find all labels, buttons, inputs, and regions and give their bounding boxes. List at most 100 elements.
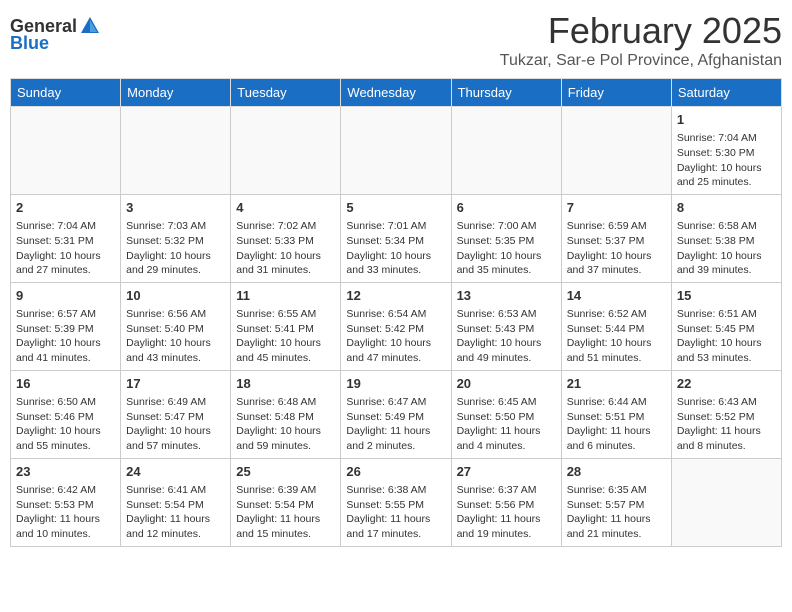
calendar-cell: 18 Sunrise: 6:48 AMSunset: 5:48 PMDayligh…	[231, 370, 341, 458]
day-number: 6	[457, 199, 556, 217]
calendar-cell: 7 Sunrise: 6:59 AMSunset: 5:37 PMDaylight…	[561, 194, 671, 282]
day-info: Sunrise: 6:57 AMSunset: 5:39 PMDaylight:…	[16, 307, 115, 366]
calendar-cell: 19 Sunrise: 6:47 AMSunset: 5:49 PMDayligh…	[341, 370, 451, 458]
calendar-cell: 13 Sunrise: 6:53 AMSunset: 5:43 PMDayligh…	[451, 282, 561, 370]
day-number: 7	[567, 199, 666, 217]
calendar-cell: 4 Sunrise: 7:02 AMSunset: 5:33 PMDaylight…	[231, 194, 341, 282]
day-info: Sunrise: 7:02 AMSunset: 5:33 PMDaylight:…	[236, 219, 335, 278]
day-number: 5	[346, 199, 445, 217]
day-number: 24	[126, 463, 225, 481]
calendar-cell: 5 Sunrise: 7:01 AMSunset: 5:34 PMDaylight…	[341, 194, 451, 282]
logo-blue-text: Blue	[10, 33, 49, 54]
day-info: Sunrise: 7:00 AMSunset: 5:35 PMDaylight:…	[457, 219, 556, 278]
day-info: Sunrise: 6:53 AMSunset: 5:43 PMDaylight:…	[457, 307, 556, 366]
day-info: Sunrise: 7:01 AMSunset: 5:34 PMDaylight:…	[346, 219, 445, 278]
day-number: 14	[567, 287, 666, 305]
day-info: Sunrise: 6:54 AMSunset: 5:42 PMDaylight:…	[346, 307, 445, 366]
calendar-cell: 26 Sunrise: 6:38 AMSunset: 5:55 PMDayligh…	[341, 458, 451, 546]
day-number: 10	[126, 287, 225, 305]
calendar-cell: 17 Sunrise: 6:49 AMSunset: 5:47 PMDayligh…	[121, 370, 231, 458]
day-info: Sunrise: 6:49 AMSunset: 5:47 PMDaylight:…	[126, 395, 225, 454]
day-info: Sunrise: 6:51 AMSunset: 5:45 PMDaylight:…	[677, 307, 776, 366]
calendar-cell	[11, 107, 121, 195]
calendar-cell: 27 Sunrise: 6:37 AMSunset: 5:56 PMDayligh…	[451, 458, 561, 546]
calendar-cell: 12Sunrise: 6:54 AMSunset: 5:42 PMDayligh…	[341, 282, 451, 370]
page-header: General Blue February 2025 Tukzar, Sar-e…	[10, 10, 782, 70]
day-info: Sunrise: 6:50 AMSunset: 5:46 PMDaylight:…	[16, 395, 115, 454]
calendar-cell	[341, 107, 451, 195]
calendar-cell: 24 Sunrise: 6:41 AMSunset: 5:54 PMDayligh…	[121, 458, 231, 546]
day-number: 2	[16, 199, 115, 217]
day-info: Sunrise: 6:59 AMSunset: 5:37 PMDaylight:…	[567, 219, 666, 278]
calendar-cell: 8 Sunrise: 6:58 AMSunset: 5:38 PMDaylight…	[671, 194, 781, 282]
calendar-cell: 10 Sunrise: 6:56 AMSunset: 5:40 PMDayligh…	[121, 282, 231, 370]
calendar-cell: 11 Sunrise: 6:55 AMSunset: 5:41 PMDayligh…	[231, 282, 341, 370]
day-info: Sunrise: 7:04 AMSunset: 5:30 PMDaylight:…	[677, 131, 776, 190]
calendar-cell: 15 Sunrise: 6:51 AMSunset: 5:45 PMDayligh…	[671, 282, 781, 370]
day-info: Sunrise: 6:37 AMSunset: 5:56 PMDaylight:…	[457, 483, 556, 542]
calendar-cell: 3 Sunrise: 7:03 AMSunset: 5:32 PMDaylight…	[121, 194, 231, 282]
day-info: Sunrise: 6:39 AMSunset: 5:54 PMDaylight:…	[236, 483, 335, 542]
calendar-cell	[121, 107, 231, 195]
calendar-cell: 23 Sunrise: 6:42 AMSunset: 5:53 PMDayligh…	[11, 458, 121, 546]
day-info: Sunrise: 6:47 AMSunset: 5:49 PMDaylight:…	[346, 395, 445, 454]
weekday-header-thursday: Thursday	[451, 79, 561, 107]
calendar-week-row: 1Sunrise: 7:04 AMSunset: 5:30 PMDaylight…	[11, 107, 782, 195]
day-number: 21	[567, 375, 666, 393]
day-info: Sunrise: 6:45 AMSunset: 5:50 PMDaylight:…	[457, 395, 556, 454]
day-number: 16	[16, 375, 115, 393]
day-number: 20	[457, 375, 556, 393]
day-info: Sunrise: 6:35 AMSunset: 5:57 PMDaylight:…	[567, 483, 666, 542]
day-info: Sunrise: 6:58 AMSunset: 5:38 PMDaylight:…	[677, 219, 776, 278]
day-info: Sunrise: 6:56 AMSunset: 5:40 PMDaylight:…	[126, 307, 225, 366]
calendar-cell: 22 Sunrise: 6:43 AMSunset: 5:52 PMDayligh…	[671, 370, 781, 458]
day-number: 23	[16, 463, 115, 481]
day-info: Sunrise: 6:55 AMSunset: 5:41 PMDaylight:…	[236, 307, 335, 366]
day-number: 25	[236, 463, 335, 481]
day-info: Sunrise: 6:41 AMSunset: 5:54 PMDaylight:…	[126, 483, 225, 542]
day-info: Sunrise: 6:42 AMSunset: 5:53 PMDaylight:…	[16, 483, 115, 542]
day-info: Sunrise: 7:04 AMSunset: 5:31 PMDaylight:…	[16, 219, 115, 278]
day-number: 28	[567, 463, 666, 481]
day-number: 19	[346, 375, 445, 393]
day-number: 26	[346, 463, 445, 481]
weekday-header-tuesday: Tuesday	[231, 79, 341, 107]
calendar-cell: 16 Sunrise: 6:50 AMSunset: 5:46 PMDayligh…	[11, 370, 121, 458]
day-number: 4	[236, 199, 335, 217]
calendar-cell: 9Sunrise: 6:57 AMSunset: 5:39 PMDaylight…	[11, 282, 121, 370]
calendar-cell	[451, 107, 561, 195]
calendar-week-row: 9Sunrise: 6:57 AMSunset: 5:39 PMDaylight…	[11, 282, 782, 370]
day-number: 18	[236, 375, 335, 393]
calendar-cell: 2 Sunrise: 7:04 AMSunset: 5:31 PMDaylight…	[11, 194, 121, 282]
day-number: 3	[126, 199, 225, 217]
day-number: 27	[457, 463, 556, 481]
weekday-header-sunday: Sunday	[11, 79, 121, 107]
calendar-cell: 1Sunrise: 7:04 AMSunset: 5:30 PMDaylight…	[671, 107, 781, 195]
calendar-cell: 28 Sunrise: 6:35 AMSunset: 5:57 PMDayligh…	[561, 458, 671, 546]
day-info: Sunrise: 6:52 AMSunset: 5:44 PMDaylight:…	[567, 307, 666, 366]
location-title: Tukzar, Sar-e Pol Province, Afghanistan	[500, 52, 782, 70]
calendar-cell	[561, 107, 671, 195]
month-title: February 2025	[500, 10, 782, 52]
calendar-cell: 14 Sunrise: 6:52 AMSunset: 5:44 PMDayligh…	[561, 282, 671, 370]
calendar-header-row: SundayMondayTuesdayWednesdayThursdayFrid…	[11, 79, 782, 107]
day-number: 8	[677, 199, 776, 217]
weekday-header-saturday: Saturday	[671, 79, 781, 107]
calendar-cell: 20 Sunrise: 6:45 AMSunset: 5:50 PMDayligh…	[451, 370, 561, 458]
logo-icon	[79, 15, 101, 37]
calendar-cell: 6 Sunrise: 7:00 AMSunset: 5:35 PMDaylight…	[451, 194, 561, 282]
day-info: Sunrise: 7:03 AMSunset: 5:32 PMDaylight:…	[126, 219, 225, 278]
weekday-header-monday: Monday	[121, 79, 231, 107]
day-number: 13	[457, 287, 556, 305]
day-number: 15	[677, 287, 776, 305]
day-number: 11	[236, 287, 335, 305]
day-number: 17	[126, 375, 225, 393]
weekday-header-wednesday: Wednesday	[341, 79, 451, 107]
day-info: Sunrise: 6:43 AMSunset: 5:52 PMDaylight:…	[677, 395, 776, 454]
day-number: 22	[677, 375, 776, 393]
day-info: Sunrise: 6:44 AMSunset: 5:51 PMDaylight:…	[567, 395, 666, 454]
day-info: Sunrise: 6:48 AMSunset: 5:48 PMDaylight:…	[236, 395, 335, 454]
calendar-cell: 21 Sunrise: 6:44 AMSunset: 5:51 PMDayligh…	[561, 370, 671, 458]
calendar-table: SundayMondayTuesdayWednesdayThursdayFrid…	[10, 78, 782, 547]
day-info: Sunrise: 6:38 AMSunset: 5:55 PMDaylight:…	[346, 483, 445, 542]
